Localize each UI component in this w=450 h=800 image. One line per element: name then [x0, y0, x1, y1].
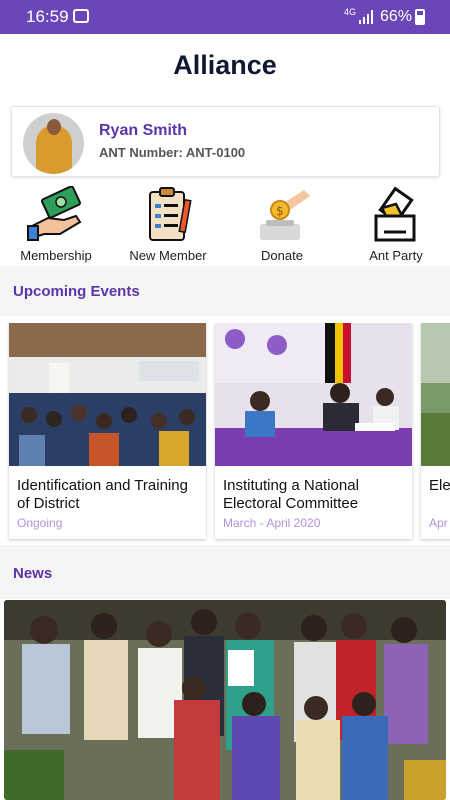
events-carousel[interactable]: Identification and Training of District …: [0, 323, 450, 545]
membership-label: Membership: [20, 248, 92, 263]
upcoming-events-heading: Upcoming Events: [13, 283, 140, 300]
event-title: Identification and Training of District: [17, 477, 188, 512]
event-image: [215, 323, 412, 466]
app-bar: Alliance: [0, 34, 450, 96]
event-title: Ele str: [429, 477, 450, 494]
coin-donation-icon: $: [260, 190, 310, 240]
signal-icon: [359, 10, 375, 24]
network-type: 4G: [344, 7, 357, 17]
new-member-button[interactable]: New Member: [112, 186, 224, 266]
ballot-box-icon: [374, 186, 416, 242]
ant-party-button[interactable]: Ant Party: [340, 186, 450, 266]
news-image[interactable]: [4, 600, 446, 800]
status-bar: 16:59 4G 66%: [0, 0, 450, 34]
ant-number: ANT Number: ANT-0100: [99, 145, 246, 160]
svg-text:$: $: [276, 204, 284, 218]
money-hand-icon: [27, 186, 82, 241]
event-date: March - April 2020: [223, 516, 321, 530]
membership-button[interactable]: Membership: [0, 186, 112, 266]
event-card[interactable]: Instituting a National Electoral Committ…: [215, 323, 412, 539]
profile-card[interactable]: Ryan Smith ANT Number: ANT-0100: [11, 106, 440, 177]
news-header: News: [0, 545, 450, 599]
event-image: [9, 323, 206, 466]
battery-icon: [415, 9, 425, 25]
new-member-label: New Member: [129, 248, 207, 263]
event-title: Instituting a National Electoral Committ…: [223, 477, 359, 512]
event-date: Apr: [429, 516, 448, 530]
news-heading: News: [13, 565, 53, 582]
battery-percent: 66%: [380, 8, 413, 25]
profile-name: Ryan Smith: [99, 122, 188, 139]
ant-party-label: Ant Party: [369, 248, 423, 263]
home-content[interactable]: Ryan Smith ANT Number: ANT-0100 Membersh…: [0, 96, 450, 800]
event-image: [421, 323, 450, 466]
clipboard-form-icon: [149, 187, 192, 241]
quick-actions: Membership New Member $ Donate Ant Party: [0, 186, 450, 266]
donate-label: Donate: [261, 248, 303, 263]
events-header: Upcoming Events: [0, 266, 450, 316]
avatar[interactable]: [23, 113, 84, 174]
event-date: Ongoing: [17, 516, 63, 530]
status-time: 16:59: [26, 7, 69, 26]
event-card[interactable]: Ele str Apr: [421, 323, 450, 539]
app-title: Alliance: [173, 50, 277, 80]
wifi-icon: [73, 9, 89, 23]
event-card[interactable]: Identification and Training of District …: [9, 323, 206, 539]
donate-button[interactable]: $ Donate: [226, 186, 338, 266]
